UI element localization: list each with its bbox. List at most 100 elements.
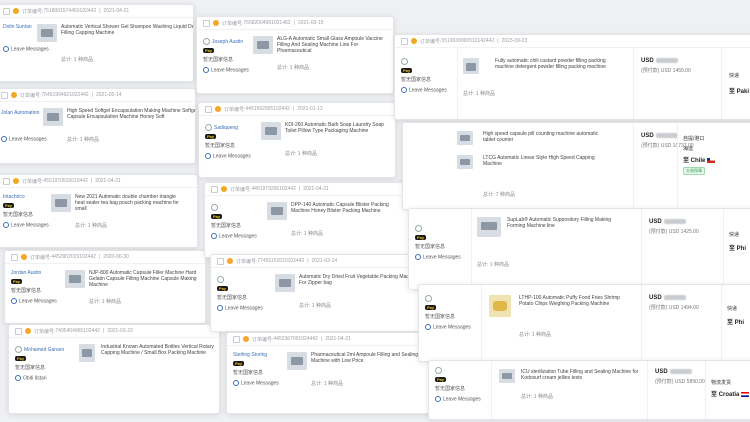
- leave-messages-link[interactable]: Leave Messages: [205, 153, 263, 159]
- select-checkbox[interactable]: [203, 19, 210, 27]
- order-header: 订单编号: 4452367091024442 | 2021-04-21: [227, 333, 439, 346]
- product-title[interactable]: High speed capsule pill counting machine…: [483, 131, 603, 143]
- leave-messages-link[interactable]: Leave Messages: [233, 380, 291, 386]
- order-card[interactable]: 订单编号: 4551970515010442 | 2021-04-21 Inta…: [0, 174, 198, 248]
- product-image[interactable]: [489, 295, 511, 317]
- buyer-name[interactable]: Mohamed Ganaro: [15, 346, 73, 353]
- select-checkbox[interactable]: [401, 37, 408, 45]
- product-title[interactable]: High Speed Softgel Encapsulation Making …: [67, 108, 195, 120]
- product-image[interactable]: [287, 352, 307, 370]
- select-checkbox[interactable]: [11, 253, 18, 261]
- product-image[interactable]: [275, 274, 295, 292]
- user-icon: [425, 295, 432, 302]
- order-card[interactable]: 订单编号: 75582004951021462 | 2021-03-15 Jos…: [196, 16, 394, 94]
- product-title[interactable]: ICU sterilization Tube Filling and Seali…: [521, 369, 641, 381]
- product-image[interactable]: [51, 194, 71, 212]
- message-icon: [211, 233, 217, 239]
- order-card[interactable]: 订单编号: 4452902019102442 | 2020-06-30 Jord…: [4, 250, 206, 324]
- order-card[interactable]: 订单编号: 7518001574450102442 | 2021-04-21 D…: [0, 4, 194, 82]
- leave-messages-link[interactable]: Leave Messages: [11, 298, 69, 304]
- order-card[interactable]: 订单编号: 4451979205102442 | 2021-04-21 Pay …: [204, 182, 412, 258]
- price-total: USD: [641, 133, 678, 139]
- order-card[interactable]: Pay 暂无国家信息 Leave Messages SupLab® Automa…: [408, 208, 750, 290]
- shipping-method: 快递: [729, 232, 740, 238]
- select-checkbox[interactable]: [211, 185, 218, 193]
- product-image[interactable]: [65, 270, 85, 288]
- item-count: 总计: 1 种商品: [519, 332, 551, 338]
- product-title[interactable]: NJP-800 Automatic Capsule Filler Machine…: [89, 270, 199, 288]
- leave-messages-link[interactable]: Obiti Ilstari: [15, 375, 73, 381]
- buyer-name[interactable]: [217, 276, 275, 283]
- product-title[interactable]: Automatic Vertical Shower Gel Shampoo Wa…: [61, 24, 193, 36]
- select-checkbox[interactable]: [217, 257, 224, 265]
- product-image[interactable]: [43, 108, 63, 126]
- buyer-name[interactable]: [401, 58, 459, 65]
- destination: 至 Paki: [729, 89, 750, 95]
- product-image[interactable]: [457, 155, 473, 169]
- product-title[interactable]: KDI-260 Automatic Bath Soap Laundry Soap…: [285, 122, 393, 134]
- price-total: USD: [641, 58, 678, 64]
- leave-messages-link[interactable]: Leave Messages: [401, 87, 459, 93]
- message-icon: [15, 375, 21, 381]
- leave-messages-link[interactable]: Leave Messages: [217, 305, 275, 311]
- leave-messages-link[interactable]: Leave Messages: [3, 46, 61, 52]
- product-image[interactable]: [253, 36, 273, 54]
- message-icon: [415, 254, 421, 260]
- order-card[interactable]: 订单编号: 5519030000510142442 | 2023-09-23 P…: [394, 34, 750, 120]
- product-image[interactable]: [37, 24, 57, 42]
- select-checkbox[interactable]: [233, 335, 240, 343]
- product-title[interactable]: LTCG Automatic Linear Style High Speed C…: [483, 155, 603, 167]
- select-checkbox[interactable]: [1, 91, 8, 99]
- message-icon: [435, 396, 441, 402]
- shipping-method: 快递: [729, 73, 740, 79]
- product-image[interactable]: [261, 122, 281, 140]
- product-image[interactable]: [457, 131, 473, 145]
- order-card[interactable]: 订单编号: 7495404965102442 | 2021-03-23 Moha…: [8, 324, 220, 414]
- order-card[interactable]: 订单编号: 4452367091024442 | 2021-04-21 Ster…: [226, 332, 440, 414]
- product-title[interactable]: Automatic Dry Dried Fruit Vegetable Pack…: [299, 274, 419, 286]
- product-image[interactable]: [463, 58, 479, 74]
- product-image[interactable]: [499, 369, 515, 383]
- leave-messages-link[interactable]: Leave Messages: [425, 324, 483, 330]
- buyer-name[interactable]: [435, 367, 493, 374]
- leave-messages-link[interactable]: Leave Messages: [1, 136, 59, 142]
- leave-messages-link[interactable]: Leave Messages: [203, 67, 261, 73]
- product-title[interactable]: ALG-A Automatic Small Glass Ampoule Vacc…: [277, 36, 389, 54]
- order-header: 订单编号: 4551970515010442 | 2021-04-21: [0, 175, 197, 188]
- buyer-name[interactable]: [425, 295, 483, 302]
- product-title[interactable]: New 2021 Automatic double chamber triang…: [75, 194, 185, 212]
- buyer-name[interactable]: [415, 225, 473, 232]
- product-image[interactable]: [267, 202, 287, 220]
- product-title[interactable]: Pharmaceutical 2ml Ampoule Filling and S…: [311, 352, 421, 364]
- product-image[interactable]: [79, 344, 95, 362]
- product-image[interactable]: [477, 217, 501, 237]
- user-icon: [401, 58, 408, 65]
- leave-messages-link[interactable]: Leave Messages: [3, 222, 61, 228]
- order-card[interactable]: 订单编号: 4451992905102442 | 2021-01-12 Sadi…: [198, 102, 396, 178]
- product-title[interactable]: LTHP-100 Automatic Puffy Food Fries Shri…: [519, 295, 629, 307]
- order-card[interactable]: High speed capsule pill counting machine…: [402, 122, 750, 210]
- order-card[interactable]: Pay 暂无国家信息 Leave Messages LTHP-100 Autom…: [418, 284, 750, 362]
- leave-messages-link[interactable]: Leave Messages: [435, 396, 493, 402]
- product-title[interactable]: Industrial Known Automated Bottles Verti…: [101, 344, 219, 356]
- trade-assurance-badge: 交易保障: [683, 167, 705, 175]
- buyer-name[interactable]: Sterling Storing: [233, 352, 291, 358]
- select-checkbox[interactable]: [3, 177, 10, 185]
- leave-messages-link[interactable]: Leave Messages: [415, 254, 473, 260]
- order-card[interactable]: Pay 暂无国家信息 Leave Messages ICU sterilizat…: [428, 360, 750, 420]
- leave-messages-link[interactable]: Leave Messages: [211, 233, 269, 239]
- buyer-name[interactable]: [211, 204, 269, 211]
- select-checkbox[interactable]: [205, 105, 212, 113]
- product-title[interactable]: Fully automatic chili custard powder fil…: [495, 58, 625, 70]
- buyer-name[interactable]: Jordan Austin: [11, 270, 69, 276]
- select-checkbox[interactable]: [3, 7, 10, 15]
- order-icon: [213, 20, 219, 26]
- product-title[interactable]: SupLab® Automatic Suppository Filling Ma…: [507, 217, 617, 229]
- user-icon: [15, 346, 22, 353]
- select-checkbox[interactable]: [15, 327, 22, 335]
- nation-info: 暂无国家信息: [415, 244, 446, 250]
- order-card[interactable]: 订单编号: 75451994921022442 | 2021-05-14 Jol…: [0, 88, 196, 164]
- buyer-name[interactable]: Sadiqueng: [205, 124, 263, 131]
- order-card[interactable]: 订单编号: 77491152010102442 | 2021-03-14 Pay…: [210, 254, 426, 332]
- product-title[interactable]: DPP-140 Automatic Capsule Blister Packin…: [291, 202, 409, 214]
